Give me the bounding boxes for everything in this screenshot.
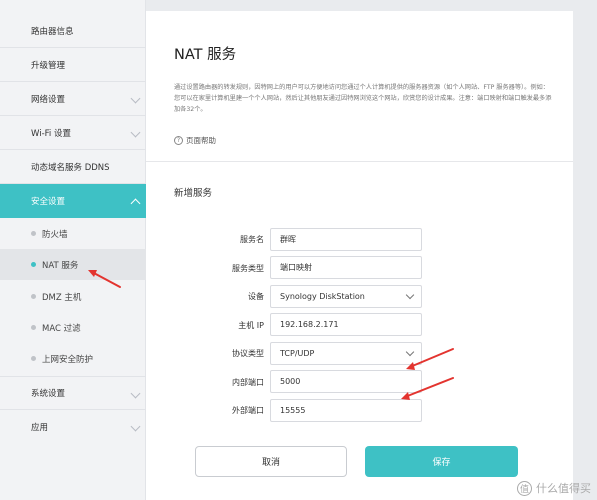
watermark-logo-icon: 值 — [517, 480, 532, 496]
protocol-select[interactable]: TCP/UDP — [270, 342, 422, 365]
external-port-input[interactable]: 15555 — [270, 399, 422, 422]
watermark: 值 什么值得买 — [517, 480, 591, 496]
external-port-label: 外部端口 — [232, 406, 264, 415]
internal-port-value: 5000 — [280, 377, 301, 386]
internal-port-label: 内部端口 — [232, 378, 264, 387]
chevron-up-icon — [130, 198, 141, 209]
sidebar-subitem-nat[interactable]: NAT 服务 — [0, 249, 146, 280]
service-type-value: 端口映射 — [280, 263, 312, 272]
sidebar-item-label: 动态域名服务 DDNS — [31, 162, 110, 173]
protocol-value: TCP/UDP — [280, 349, 315, 358]
sidebar-item-network[interactable]: 网络设置 — [0, 82, 146, 116]
chevron-down-icon — [130, 421, 141, 432]
host-ip-label: 主机 IP — [238, 321, 264, 330]
service-name-input[interactable]: 群晖 — [270, 228, 422, 251]
service-name-value: 群晖 — [280, 235, 296, 244]
host-ip-value: 192.168.2.171 — [280, 320, 339, 329]
page-description: 通过设置路由器的转发规则，因特网上的用户可以方便地访问您通过个人计算机提供的服务… — [174, 84, 552, 113]
sidebar-item-apps[interactable]: 应用 — [0, 410, 146, 444]
bullet-dot-icon — [31, 262, 36, 267]
sidebar-subitem-label: DMZ 主机 — [42, 292, 82, 303]
sidebar-item-label: 应用 — [31, 423, 49, 433]
sidebar-item-label: 路由器信息 — [31, 26, 74, 37]
sidebar-item-router-info[interactable]: 路由器信息 — [0, 14, 146, 48]
chevron-down-icon — [405, 290, 415, 300]
service-type-input[interactable]: 端口映射 — [270, 256, 422, 279]
bullet-dot-icon — [31, 231, 36, 236]
cancel-button[interactable]: 取消 — [195, 446, 347, 477]
sidebar-subitem-dmz[interactable]: DMZ 主机 — [0, 281, 146, 312]
question-icon: ? — [174, 136, 183, 145]
device-value: Synology DiskStation — [280, 292, 365, 301]
sidebar-subitem-label: NAT 服务 — [42, 260, 79, 271]
sidebar: 路由器信息 升级管理 网络设置 Wi-Fi 设置 动态域名服务 DDNS 安全设… — [0, 0, 146, 500]
device-label: 设备 — [248, 292, 264, 301]
bullet-dot-icon — [31, 356, 36, 361]
chevron-down-icon — [130, 388, 141, 399]
sidebar-item-label: 升级管理 — [31, 60, 66, 71]
chevron-down-icon — [130, 127, 141, 138]
chevron-down-icon — [130, 93, 141, 104]
bullet-dot-icon — [31, 294, 36, 299]
sidebar-item-security[interactable]: 安全设置 — [0, 184, 146, 218]
sidebar-item-label: 系统设置 — [31, 389, 66, 399]
host-ip-input[interactable]: 192.168.2.171 — [270, 313, 422, 336]
chevron-down-icon — [405, 347, 415, 357]
watermark-text: 什么值得买 — [536, 482, 591, 495]
sidebar-subitem-mac-filter[interactable]: MAC 过滤 — [0, 312, 146, 343]
protocol-label: 协议类型 — [232, 349, 264, 358]
sidebar-item-system[interactable]: 系统设置 — [0, 376, 146, 410]
sidebar-item-ddns[interactable]: 动态域名服务 DDNS — [0, 150, 146, 184]
sidebar-subitem-label: MAC 过滤 — [42, 323, 81, 334]
sidebar-item-wifi[interactable]: Wi-Fi 设置 — [0, 116, 146, 150]
bullet-dot-icon — [31, 325, 36, 330]
device-select[interactable]: Synology DiskStation — [270, 285, 422, 308]
page-title: NAT 服务 — [174, 47, 237, 63]
external-port-value: 15555 — [280, 406, 306, 415]
main-panel: NAT 服务 通过设置路由器的转发规则，因特网上的用户可以方便地访问您通过个人计… — [146, 11, 573, 500]
save-button[interactable]: 保存 — [365, 446, 518, 477]
sidebar-subitem-web-protection[interactable]: 上网安全防护 — [0, 343, 146, 374]
help-link[interactable]: ? 页面帮助 — [174, 135, 216, 146]
sidebar-item-upgrade[interactable]: 升级管理 — [0, 48, 146, 82]
sidebar-subitem-firewall[interactable]: 防火墙 — [0, 218, 146, 249]
help-link-label: 页面帮助 — [186, 136, 216, 145]
divider — [146, 161, 573, 162]
sidebar-subitem-label: 上网安全防护 — [42, 354, 94, 365]
sidebar-subitem-label: 防火墙 — [42, 229, 68, 240]
internal-port-input[interactable]: 5000 — [270, 370, 422, 393]
service-name-label: 服务名 — [240, 235, 264, 244]
section-title: 新增服务 — [174, 188, 213, 199]
sidebar-item-label: Wi-Fi 设置 — [31, 128, 71, 139]
service-type-label: 服务类型 — [232, 264, 264, 273]
sidebar-item-label: 安全设置 — [31, 197, 66, 207]
sidebar-item-label: 网络设置 — [31, 94, 66, 105]
